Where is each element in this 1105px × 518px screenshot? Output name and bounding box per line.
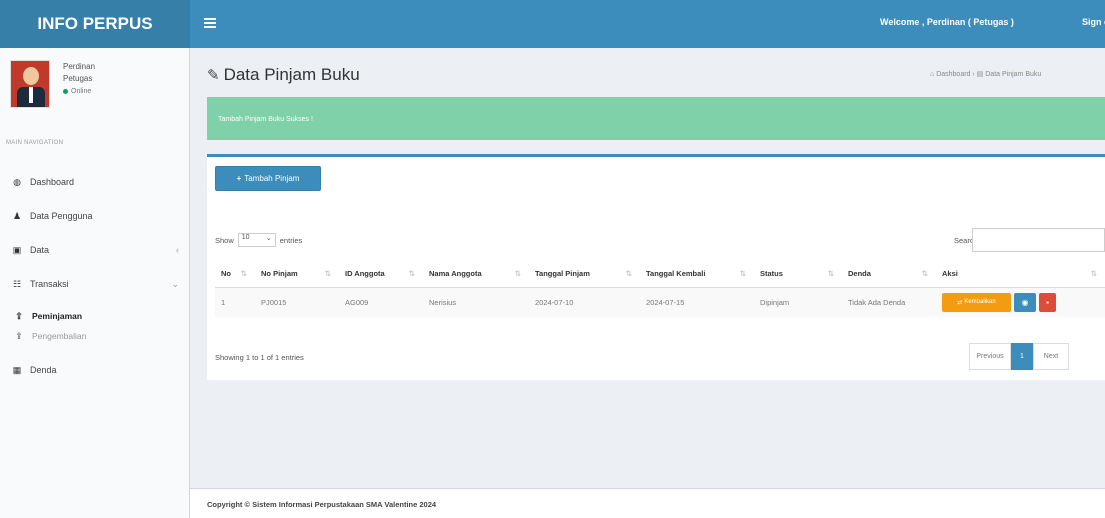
view-button[interactable]: ◉ — [1014, 292, 1036, 312]
upload-icon: ⇪ — [15, 310, 23, 321]
sort-icon: ⇅ — [1090, 269, 1097, 279]
avatar — [10, 60, 50, 108]
breadcrumb: ⌂ Dashboard › ▤ Data Pinjam Buku — [930, 70, 1041, 78]
sidebar-toggle-icon[interactable] — [204, 18, 216, 28]
sort-icon: ⇅ — [739, 269, 746, 279]
cell-tanggal-kembali: 2024-07-15 — [640, 287, 754, 317]
col-header-denda[interactable]: Denda ⇅ — [842, 261, 936, 288]
pagination: Previous 1 Next — [969, 343, 1069, 370]
col-header-no-pinjam[interactable]: No Pinjam ⇅ — [255, 261, 339, 288]
sidebar-item-data[interactable]: ▣ Data ‹ — [0, 238, 189, 262]
upload-icon: ⇪ — [15, 330, 23, 341]
col-header-nama-anggota[interactable]: Nama Anggota ⇅ — [423, 261, 529, 288]
book-icon: ▤ — [976, 71, 984, 78]
plus-icon: + — [236, 174, 242, 183]
col-header-tanggal-pinjam[interactable]: Tanggal Pinjam ⇅ — [529, 261, 640, 288]
sidebar-item-label: Denda — [30, 365, 57, 375]
list-icon: ☷ — [12, 278, 22, 289]
cell-no: 1 — [215, 287, 255, 317]
user-status: Online — [63, 88, 91, 95]
show-entries: Show 10 ⌄ entries — [215, 233, 302, 247]
add-pinjam-button[interactable]: + Tambah Pinjam — [215, 166, 321, 191]
pagination-next[interactable]: Next — [1033, 343, 1069, 370]
cell-id-anggota: AG009 — [339, 287, 423, 317]
cell-nama-anggota: Nerisius — [423, 287, 529, 317]
return-icon: ⇄ — [957, 299, 963, 306]
sort-icon: ⇅ — [514, 269, 521, 279]
edit-icon: ✎ — [207, 67, 220, 84]
sort-icon: ⇅ — [408, 269, 415, 279]
cell-no-pinjam: PJ0015 — [255, 287, 339, 317]
cell-status: Dipinjam — [754, 287, 842, 317]
col-header-aksi[interactable]: Aksi ⇅ — [936, 261, 1105, 288]
sidebar-item-pengembalian[interactable]: ⇪ Pengembalian — [0, 324, 189, 348]
welcome-user-link[interactable]: Welcome , Perdinan ( Petugas ) — [880, 17, 1014, 27]
sidebar-item-dashboard[interactable]: ◍ Dashboard — [0, 170, 189, 194]
pinjam-table: No ⇅ No Pinjam ⇅ ID Anggota ⇅ Nama Anggota ⇅… — [215, 261, 1105, 317]
breadcrumb-current: Data Pinjam Buku — [985, 71, 1042, 78]
home-icon: ⌂ — [930, 71, 935, 78]
sort-icon: ⇅ — [921, 269, 928, 279]
breadcrumb-home[interactable]: Dashboard — [936, 71, 970, 78]
sort-icon: ⇅ — [827, 269, 834, 279]
trash-icon: ▪ — [1046, 297, 1049, 307]
kembalikan-button[interactable]: ⇄ Kembalikan — [942, 292, 1011, 312]
sidebar-item-label: Pengembalian — [32, 331, 87, 341]
sidebar: Perdinan Petugas Online MAIN NAVIGATION … — [0, 48, 190, 518]
online-dot-icon — [63, 88, 68, 94]
search-input[interactable] — [972, 228, 1105, 252]
chevron-down-icon: ⌄ — [171, 278, 179, 289]
top-navbar: INFO PERPUS Welcome , Perdinan ( Petugas… — [0, 0, 1105, 48]
entries-select[interactable]: 10 ⌄ — [237, 233, 276, 247]
col-header-tanggal-kembali[interactable]: Tanggal Kembali ⇅ — [640, 261, 754, 288]
table-header-row: No ⇅ No Pinjam ⇅ ID Anggota ⇅ Nama Anggota ⇅… — [215, 261, 1105, 288]
cell-denda: Tidak Ada Denda — [842, 287, 936, 317]
eye-icon: ◉ — [1021, 297, 1029, 307]
table-row: 1 PJ0015 AG009 Nerisius 2024-07-10 2024-… — [215, 287, 1105, 317]
sidebar-item-denda[interactable]: ▦ Denda — [0, 358, 189, 382]
sidebar-item-label: Data Pengguna — [30, 211, 93, 221]
sidebar-item-label: Peminjaman — [32, 311, 83, 321]
nav-header: MAIN NAVIGATION — [6, 140, 64, 146]
cell-tanggal-pinjam: 2024-07-10 — [529, 287, 640, 317]
sort-icon: ⇅ — [625, 269, 632, 279]
sidebar-item-label: Transaksi — [30, 279, 69, 289]
sign-out-link[interactable]: Sign out — [1082, 17, 1105, 27]
col-header-id-anggota[interactable]: ID Anggota ⇅ — [339, 261, 423, 288]
sidebar-item-label: Dashboard — [30, 177, 75, 187]
pagination-previous[interactable]: Previous — [969, 343, 1011, 370]
footer: Copyright © Sistem Informasi Perpustakaa… — [190, 488, 1105, 518]
chevron-down-icon: ⌄ — [265, 235, 272, 242]
sidebar-item-data-pengguna[interactable]: ♟ Data Pengguna — [0, 204, 189, 228]
sidebar-item-transaksi[interactable]: ☷ Transaksi ⌄ — [0, 272, 189, 296]
showing-info: Showing 1 to 1 of 1 entries — [215, 353, 304, 362]
cell-aksi: ⇄ Kembalikan ◉ ▪ — [936, 287, 1105, 317]
chevron-left-icon: ‹ — [176, 245, 179, 255]
app-logo[interactable]: INFO PERPUS — [0, 0, 190, 48]
dashboard-icon: ◍ — [13, 176, 21, 187]
data-box: + Tambah Pinjam Show 10 ⌄ entries Search… — [207, 154, 1105, 380]
user-panel: Perdinan Petugas Online — [10, 60, 180, 120]
sort-icon: ⇅ — [240, 269, 247, 279]
col-header-no[interactable]: No ⇅ — [215, 261, 255, 288]
sidebar-item-label: Data — [30, 245, 50, 255]
success-alert: Tambah Pinjam Buku Sukses ! — [207, 97, 1105, 140]
user-role: Petugas — [63, 74, 93, 83]
pagination-page-1[interactable]: 1 — [1011, 343, 1033, 370]
sort-icon: ⇅ — [324, 269, 331, 279]
page-title: ✎ Data Pinjam Buku — [207, 65, 360, 84]
user-icon: ♟ — [12, 210, 22, 221]
content-wrapper: ✎ Data Pinjam Buku ⌂ Dashboard › ▤ Data … — [190, 48, 1105, 518]
user-name: Perdinan — [63, 62, 96, 71]
database-icon: ▣ — [12, 244, 22, 255]
col-header-status[interactable]: Status ⇅ — [754, 261, 842, 288]
delete-button[interactable]: ▪ — [1039, 292, 1056, 312]
table-icon: ▦ — [12, 364, 22, 375]
